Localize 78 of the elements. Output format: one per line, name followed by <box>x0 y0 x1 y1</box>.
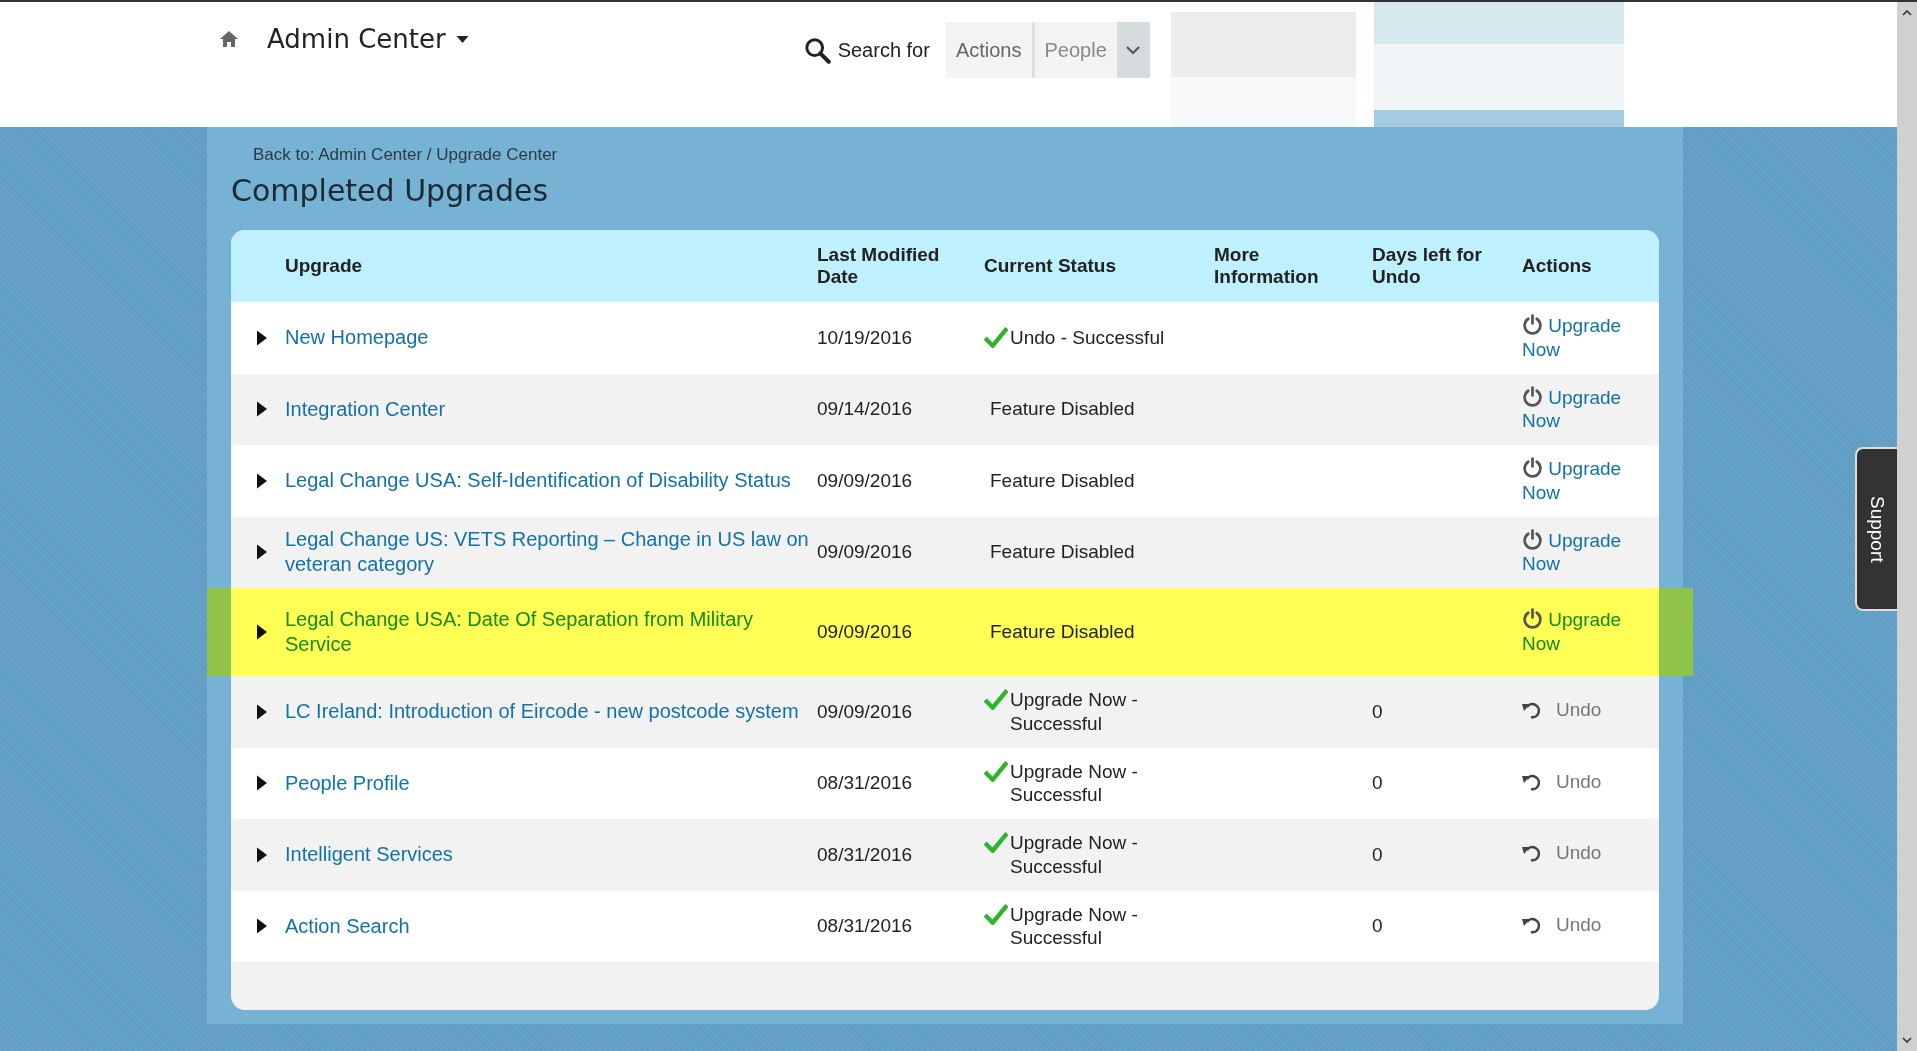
upgrade-now-link[interactable]: Upgrade Now <box>1522 608 1632 656</box>
power-icon <box>1522 528 1543 550</box>
column-header: More Information <box>1214 244 1320 288</box>
table-cell: 10/19/2016 <box>817 326 913 348</box>
upgrade-link[interactable]: Intelligent Services <box>285 842 817 868</box>
scroll-up-icon[interactable] <box>1902 10 1912 16</box>
expand-icon[interactable] <box>257 775 267 792</box>
expand-icon[interactable] <box>257 624 267 640</box>
upgrade-link[interactable]: Legal Change USA: Date Of Separation from Military Service <box>285 607 817 657</box>
upgrade-link[interactable]: LC Ireland: Introduction of Eircode - new postcode system <box>285 699 817 725</box>
upgrade-link[interactable]: Legal Change US: VETS Reporting – Change in US law on veteran category <box>285 527 817 578</box>
chevron-icon <box>1126 45 1141 55</box>
breadcrumb-link[interactable]: Back to: Admin Center / Upgrade Center <box>253 145 1659 165</box>
search-label: Search for <box>837 38 930 62</box>
table-cell: 09/09/2016 <box>817 621 913 642</box>
table-cell: 0 <box>1372 843 1383 865</box>
table-cell: 09/14/2016 <box>817 398 913 420</box>
column-header: Upgrade <box>285 255 364 277</box>
caret-icon[interactable] <box>455 35 469 43</box>
undo-icon <box>1522 915 1542 934</box>
undo-link[interactable]: Undo <box>1522 699 1602 722</box>
table-cell: 0 <box>1372 700 1383 722</box>
table-cell: 08/31/2016 <box>817 843 913 865</box>
search-icon[interactable] <box>803 36 831 64</box>
upgrade-now-link[interactable]: Upgrade Now <box>1522 314 1632 362</box>
expand-icon[interactable] <box>257 846 267 863</box>
expand-icon[interactable] <box>257 472 267 489</box>
column-header: Days left for Undo <box>1372 244 1483 288</box>
upgrade-now-link[interactable]: Upgrade Now <box>1522 528 1632 576</box>
undo-link[interactable]: Undo <box>1522 770 1602 793</box>
table-cell: 09/09/2016 <box>817 469 913 491</box>
search-scope-tab[interactable]: Actions <box>945 22 1035 78</box>
upgrade-now-link[interactable]: Upgrade Now <box>1522 385 1632 433</box>
expand-icon[interactable] <box>257 918 267 935</box>
undo-icon <box>1522 701 1542 720</box>
status-text: Feature Disabled <box>990 397 1135 422</box>
expand-icon[interactable] <box>257 544 267 561</box>
expand-icon[interactable] <box>257 401 267 418</box>
table-cell: 08/31/2016 <box>817 915 913 937</box>
column-header: Last Modified Date <box>817 244 941 288</box>
upgrade-link[interactable]: Integration Center <box>285 396 817 422</box>
support-tab[interactable]: Support <box>1855 447 1897 611</box>
upgrade-link[interactable]: People Profile <box>285 770 817 796</box>
page-title: Completed Upgrades <box>231 173 550 208</box>
table-cell: 0 <box>1372 772 1383 794</box>
table-cell: 09/09/2016 <box>817 541 913 563</box>
undo-icon <box>1522 844 1542 863</box>
undo-link[interactable]: Undo <box>1522 842 1602 865</box>
search-scope-tab[interactable]: People <box>1034 22 1117 78</box>
status-text: Upgrade Now - Successful <box>1010 831 1139 879</box>
admin-center-menu[interactable]: Admin Center <box>267 24 446 54</box>
expand-icon[interactable] <box>257 329 267 346</box>
table-cell: 09/09/2016 <box>817 700 913 722</box>
status-text: Feature Disabled <box>990 540 1135 565</box>
power-icon <box>1522 608 1543 630</box>
power-icon <box>1522 314 1543 335</box>
upgrade-link[interactable]: Action Search <box>285 913 817 939</box>
status-text: Upgrade Now - Successful <box>1010 688 1139 736</box>
power-icon <box>1522 385 1543 407</box>
power-icon <box>1522 457 1543 478</box>
scrollbar[interactable] <box>1897 2 1917 1051</box>
table-cell: 08/31/2016 <box>817 772 913 794</box>
status-text: Upgrade Now - Successful <box>1010 759 1139 807</box>
status-text: Upgrade Now - Successful <box>1010 902 1139 950</box>
scroll-down-icon[interactable] <box>1902 1037 1912 1043</box>
undo-link[interactable]: Undo <box>1522 913 1602 936</box>
upgrade-now-link[interactable]: Upgrade Now <box>1522 457 1632 505</box>
status-text: Feature Disabled <box>990 468 1135 493</box>
upgrade-link[interactable]: New Homepage <box>285 325 817 351</box>
table-cell: 0 <box>1372 915 1383 937</box>
home-icon[interactable] <box>219 30 239 48</box>
status-text: Undo - Successful <box>1010 325 1165 350</box>
status-text: Feature Disabled <box>990 620 1135 644</box>
upgrade-link[interactable]: Legal Change USA: Self-Identification of Disability Status <box>285 468 817 494</box>
column-header: Actions <box>1522 255 1593 277</box>
undo-icon <box>1522 772 1542 791</box>
column-header: Current Status <box>984 255 1117 277</box>
expand-icon[interactable] <box>257 703 267 720</box>
